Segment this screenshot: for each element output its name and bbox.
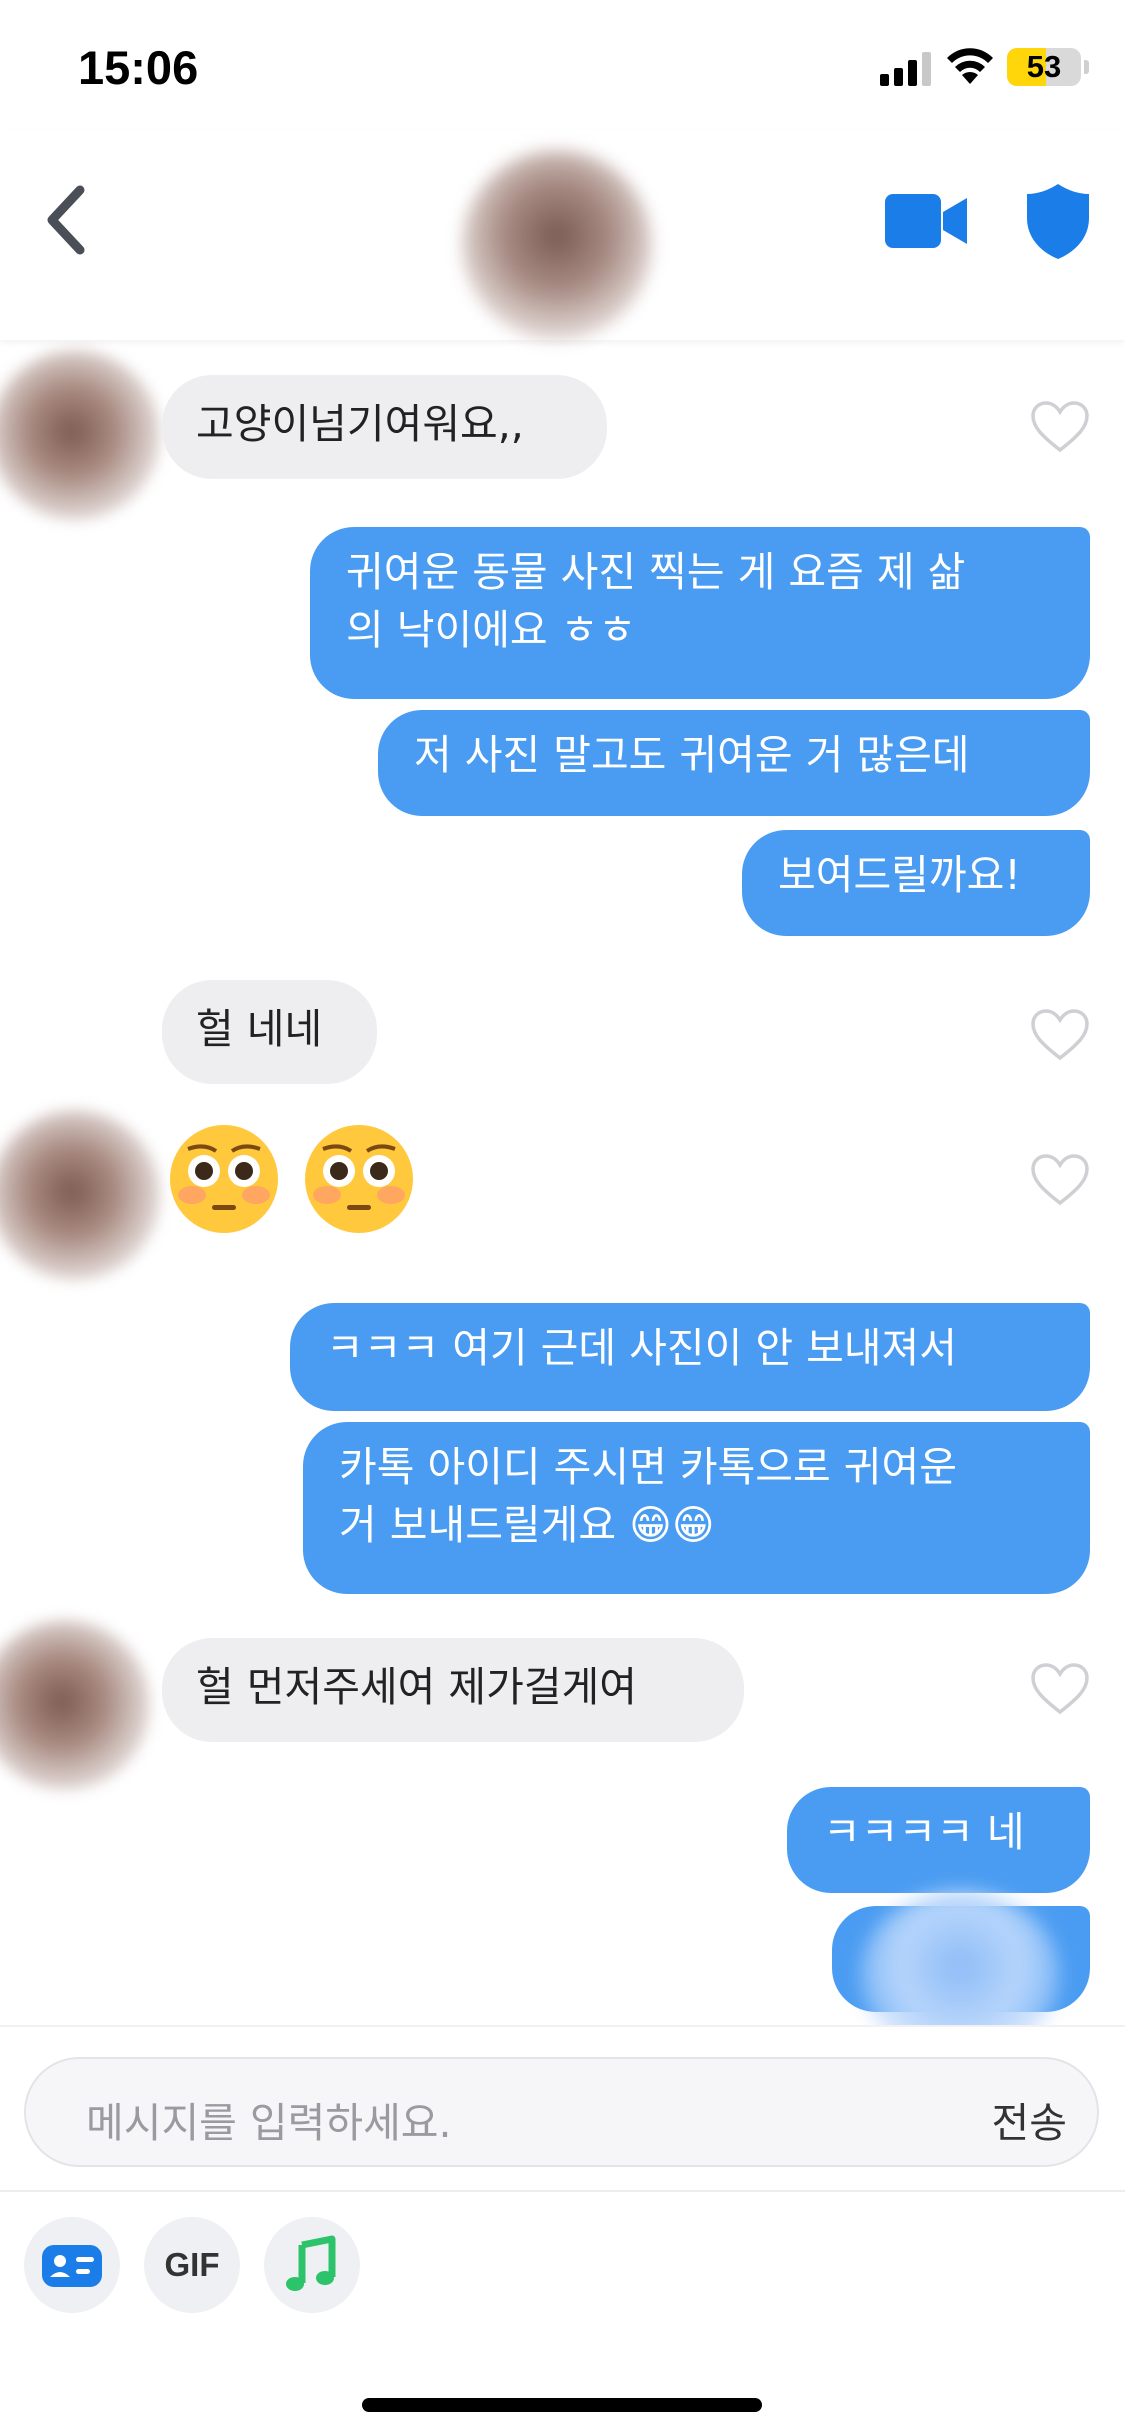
wifi-icon [947, 48, 993, 84]
music-note-icon [286, 2235, 336, 2291]
heart-icon[interactable] [1030, 400, 1090, 454]
message-incoming[interactable]: 헐 네네 [162, 980, 377, 1084]
cellular-signal-icon [880, 52, 931, 86]
battery-level: 53 [1026, 49, 1062, 84]
status-bar: 15:06 53 [0, 0, 1125, 130]
message-list[interactable]: 고양이넘기여워요,, 귀여운 동물 사진 찍는 게 요즘 제 삶 의 낙이에요 … [0, 340, 1125, 2025]
send-button[interactable]: 전송 [992, 2089, 1067, 2149]
contact-avatar[interactable] [462, 150, 652, 340]
chat-header [0, 130, 1125, 340]
message-outgoing[interactable]: 귀여운 동물 사진 찍는 게 요즘 제 삶 의 낙이에요 ㅎㅎ [310, 527, 1090, 699]
contact-avatar[interactable] [0, 350, 160, 520]
contact-avatar[interactable] [0, 1620, 150, 1790]
message-incoming[interactable]: 헐 먼저주세여 제가걸게여 [162, 1638, 744, 1742]
home-indicator[interactable] [362, 2398, 762, 2412]
message-outgoing[interactable]: ㅋㅋㅋㅋ 네 [787, 1787, 1090, 1893]
contact-avatar[interactable] [0, 1110, 160, 1280]
message-outgoing[interactable]: 저 사진 말고도 귀여운 거 많은데 [378, 710, 1090, 816]
gif-button[interactable]: GIF [144, 2217, 240, 2313]
attachment-toolbar: GIF [0, 2190, 1125, 2350]
flushed-face-emoji[interactable] [168, 1123, 280, 1235]
id-card-icon [42, 2245, 102, 2287]
flushed-face-emoji[interactable] [303, 1123, 415, 1235]
message-input[interactable]: 메시지를 입력하세요. 전송 [24, 2057, 1099, 2167]
message-outgoing[interactable]: ㅋㅋㅋ 여기 근데 사진이 안 보내져서 [290, 1303, 1090, 1411]
battery-cap [1084, 60, 1089, 74]
status-time: 15:06 [78, 41, 199, 94]
message-outgoing[interactable]: 보여드릴까요! [742, 830, 1090, 936]
heart-icon[interactable] [1030, 1153, 1090, 1207]
video-camera-icon[interactable] [885, 190, 967, 252]
message-incoming[interactable]: 고양이넘기여워요,, [162, 375, 607, 479]
message-input-placeholder: 메시지를 입력하세요. [86, 2099, 452, 2147]
back-button[interactable] [38, 180, 98, 260]
heart-icon[interactable] [1030, 1008, 1090, 1062]
message-outgoing[interactable]: 카톡 아이디 주시면 카톡으로 귀여운 거 보내드릴게요 😁😁 [303, 1422, 1090, 1594]
message-text: 카톡 아이디 주시면 카톡으로 귀여운 거 보내드릴게요 😁😁 [339, 1443, 957, 1549]
shield-icon[interactable] [1025, 182, 1091, 260]
profile-card-button[interactable] [24, 2217, 120, 2313]
music-button[interactable] [264, 2217, 360, 2313]
battery-icon: 53 [1007, 48, 1081, 86]
message-composer: 메시지를 입력하세요. 전송 [0, 2025, 1125, 2185]
heart-icon[interactable] [1030, 1662, 1090, 1716]
